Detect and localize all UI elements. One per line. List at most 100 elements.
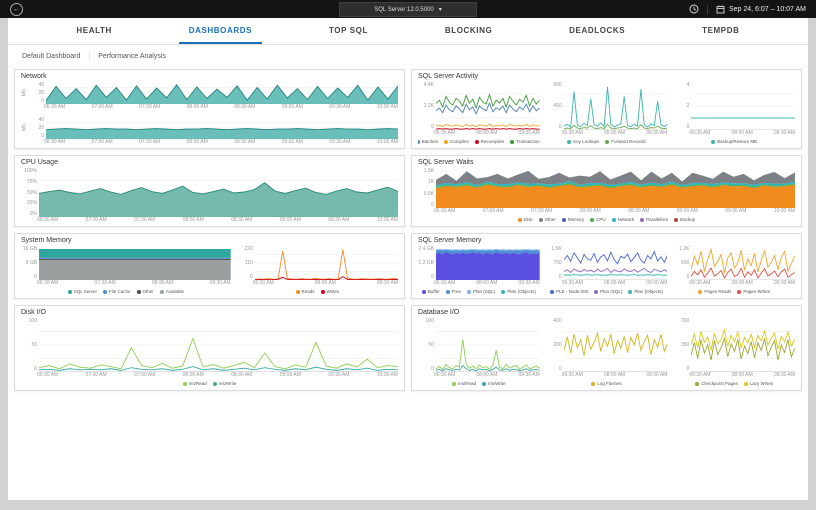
legend-label: PLE - Node 000 [556,289,588,294]
plot-row: Mb40200 [21,82,398,104]
y-tick: 0 [546,124,562,130]
y-tick: 0 [237,274,253,280]
chart: 16 GB8 GB006:30 AM07:30 AM08:30 AM09:30 … [21,246,231,296]
panel-title: System Memory [15,234,404,246]
legend-item: Writes [321,289,340,294]
date-range-picker[interactable]: Sep 24, 6:07 – 10:07 AM [707,5,806,14]
charts-container: 2.4 GB1.2 GB006:30 AM08:00 AM09:30 AMBuf… [412,246,801,298]
back-button[interactable]: ← [10,3,23,16]
charts-container: 4.4K2.2K006:30 AM08:00 AM09:30 AMBatches… [412,82,801,148]
chart-canvas [436,246,540,280]
tab-blocking[interactable]: BLOCKING [435,18,502,44]
legend-dot [160,290,164,294]
legend-label: Lazy Writes [750,381,773,386]
clock-icon[interactable] [689,4,699,14]
y-tick: 110 [237,260,253,266]
x-tick: 08:00 AM [580,208,601,215]
legend-item: Other [539,217,556,222]
plot-area [564,318,668,372]
chart: 1.5K1K0.5K006:30 AM07:00 AM07:30 AM08:00… [418,168,795,224]
x-tick: 08:00 AM [732,130,753,137]
legend-item: Disk [518,217,533,222]
y-tick: 100 [21,318,37,324]
chart: 1.5K750006:30 AM08:00 AM09:30 AMPLE - No… [546,246,668,296]
x-tick: 07:30 AM [531,208,552,215]
server-selector-label: SQL Server 12.0.5000 [374,7,433,13]
x-tick: 09:00 AM [282,104,303,111]
x-tick: 06:30 AM [434,372,455,379]
legend-item: Key Lookups [567,139,599,144]
x-tick: 06:30 AM [562,372,583,379]
x-tick: 06:30 AM [689,130,710,137]
tab-top-sql[interactable]: TOP SQL [319,18,378,44]
y-tick: 0 [418,202,434,208]
x-tick: 09:00 AM [677,208,698,215]
x-tick: 09:00 AM [280,372,301,379]
legend-item: Parallelism [640,217,668,222]
legend: BatchesCompilesRecompilesTransactions [418,137,540,146]
x-tick: 10:00 AM [377,139,398,146]
plot-area [691,318,795,372]
legend-item: Other [137,289,154,294]
plot-area [46,117,398,139]
legend-item: Free [446,289,461,294]
x-axis-ticks: 06:30 AM07:30 AM08:30 AM09:30 AM [37,280,231,287]
x-tick: 09:30 AM [774,372,795,379]
x-tick: 09:30 AM [646,280,667,287]
y-tick: 750 [546,260,562,266]
y-tick: 20 [28,125,44,131]
legend-dot [444,140,448,144]
legend-label: ms/Read [189,381,207,386]
legend-item: Backup [674,217,695,222]
chart-canvas [436,318,540,372]
x-axis-ticks: 06:30 AM07:00 AM07:30 AM08:00 AM08:30 AM… [37,372,398,379]
x-axis-ticks: 06:30 AM08:00 AM09:30 AM [689,372,795,379]
plot-area [255,246,398,280]
chart: 100%75%50%25%0%06:30 AM07:00 AM07:30 AM0… [21,168,398,224]
tab-tempdb[interactable]: TEMPDB [692,18,749,44]
y-tick: 1.2K [673,246,689,252]
chart: Mb4020006:30 AM07:00 AM07:30 AM08:00 AM0… [21,82,398,111]
tab-deadlocks[interactable]: DEADLOCKS [559,18,635,44]
legend-dot [452,382,456,386]
legend: SQL ServerFile CacheOtherAvailable [21,287,231,296]
x-tick: 07:30 AM [134,217,155,224]
legend-item: Network [612,217,635,222]
legend-label: Compiles [450,139,469,144]
tab-health[interactable]: HEALTH [66,18,121,44]
legend: ms/Readms/Write [418,379,540,388]
legend-label: Batches [422,139,438,144]
legend-item: ms/Read [183,381,207,386]
y-tick: 0 [21,366,37,372]
plot-row: 9004500 [546,82,668,130]
x-tick: 08:30 AM [628,208,649,215]
legend-label: Checkpoint Pages [701,381,738,386]
y-tick: 900 [546,82,562,88]
y-tick: 0 [546,274,562,280]
chart: 900450006:30 AM08:00 AM09:30 AM Key Looku… [546,82,668,146]
legend-dot [711,140,715,144]
x-tick: 07:00 AM [86,372,107,379]
x-tick: 07:30 AM [134,372,155,379]
y-tick: 2.2K [418,103,434,109]
legend-label: Recompiles [481,139,505,144]
subnav-performance-analysis[interactable]: Performance Analysis [98,53,166,60]
x-axis-ticks: 06:30 AM08:00 AM09:30 AM [562,130,668,137]
legend: Reads Writes [237,287,398,296]
x-tick: 10:00 AM [377,104,398,111]
y-tick: 16 GB [21,246,37,252]
plot-row: Mb40200 [21,117,398,139]
x-tick: 09:30 AM [329,139,350,146]
legend-item: Checkpoint Pages [695,381,738,386]
tab-dashboards[interactable]: DASHBOARDS [179,18,262,44]
x-axis-ticks: 06:30 AM07:00 AM07:30 AM08:00 AM08:30 AM… [44,104,398,111]
x-axis-ticks: 06:30 AM08:00 AM09:30 AM [253,280,398,287]
subnav-default-dashboard[interactable]: Default Dashboard [22,53,80,60]
x-tick: 10:00 AM [774,208,795,215]
top-bar: ← SQL Server 12.0.5000 ▾ Sep 24, 6:07 – … [0,0,816,18]
server-selector[interactable]: SQL Server 12.0.5000 ▾ [339,2,477,17]
plot-row: 4002000 [546,318,668,372]
legend-label: Reads [302,289,315,294]
legend-label: Free [452,289,461,294]
legend-item: ms/Read [452,381,476,386]
